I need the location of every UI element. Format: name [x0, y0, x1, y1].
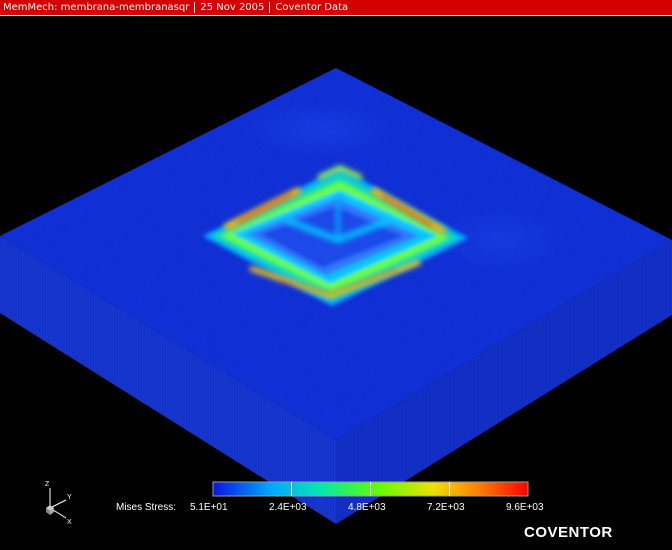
legend-tick-mark	[370, 482, 371, 496]
legend-tick-label: 5.1E+01	[190, 502, 228, 513]
title-separator	[269, 2, 271, 13]
coventor-logo-text: COVENTOR	[524, 524, 613, 541]
title-app-name: MemMech: membrana-membranasqr	[3, 2, 190, 13]
legend-tick-label: 7.2E+03	[427, 502, 465, 513]
legend-tick-label: 4.8E+03	[348, 502, 386, 513]
stress-plot-viewport[interactable]	[0, 17, 672, 550]
window-title-bar: MemMech: membrana-membranasqr 25 Nov 200…	[0, 0, 672, 16]
title-date: 25 Nov 2005	[200, 2, 265, 13]
title-source: Coventor Data	[275, 2, 349, 13]
axis-x-label: X	[67, 519, 72, 526]
legend-tick-label: 2.4E+03	[269, 502, 307, 513]
axes-triad-icon: Z Y X	[45, 481, 72, 526]
legend-title: Mises Stress:	[116, 502, 177, 513]
legend-tick-label: 9.6E+03	[506, 502, 544, 513]
legend-tick-mark	[449, 482, 450, 496]
axis-y-label: Y	[67, 494, 72, 501]
legend-tick-mark	[291, 482, 292, 496]
title-separator	[194, 2, 196, 13]
axis-z-label: Z	[45, 481, 50, 488]
